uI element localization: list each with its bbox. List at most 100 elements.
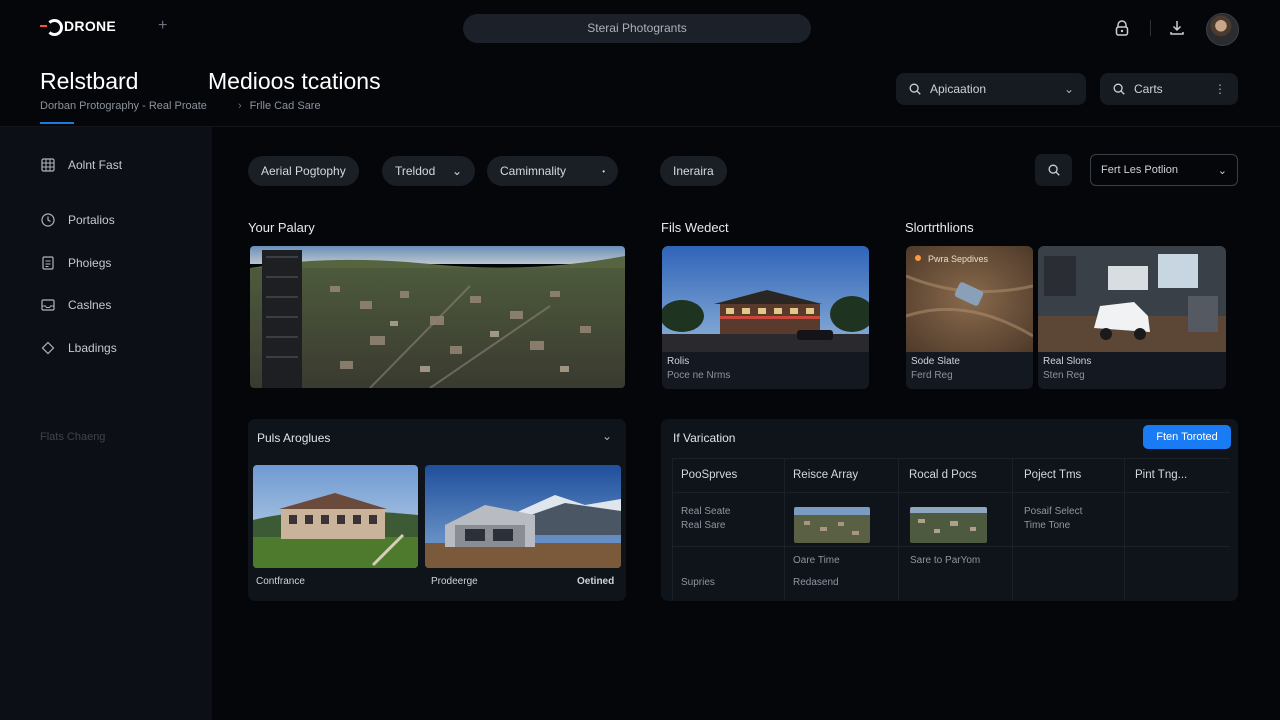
sidebar-item-photos[interactable]: Phoiegs (40, 255, 111, 271)
clock-icon (41, 213, 55, 227)
sidebar-footer[interactable]: Flats Chaeng (40, 431, 105, 443)
table-header[interactable]: PooSprves (681, 469, 737, 481)
breadcrumb[interactable]: Dorban Protography - Real Proate (40, 100, 207, 112)
sidebar-item-label: Caslnes (68, 298, 112, 312)
shortlist-card-2[interactable]: Real Slons Sten Reg (1038, 246, 1226, 389)
sidebar-item-label: Lbadings (68, 341, 117, 355)
featured-subcaption: Poce ne Nrms (667, 370, 731, 381)
primary-action-button[interactable]: Ften Toroted (1143, 425, 1231, 449)
table-divider (1124, 458, 1125, 600)
filter-ineraira[interactable]: Ineraira (660, 156, 727, 186)
download-icon[interactable] (1167, 18, 1187, 38)
filter-trending[interactable]: Treldod ⌄ (382, 156, 475, 186)
filter-label: Ineraira (673, 164, 714, 178)
archive-caption-mid: Prodeerge (431, 576, 478, 587)
toolbar-divider (1150, 20, 1151, 36)
panel-title: Puls Aroglues (257, 431, 331, 445)
inbox-icon (41, 299, 55, 311)
chevron-down-icon: ⌄ (1217, 164, 1227, 177)
sidebar-item-portfolios[interactable]: Portalios (40, 212, 115, 228)
filter-label: Aerial Pogtophy (261, 164, 346, 178)
search-icon (1048, 164, 1060, 176)
shortlist-subcaption: Sten Reg (1043, 370, 1085, 381)
table-header[interactable]: Pint Tng... (1135, 469, 1187, 481)
shortlist-caption: Sode Slate (911, 356, 960, 367)
table-thumbnail[interactable] (794, 507, 870, 543)
sidebar-item-loadings[interactable]: Lbadings (40, 340, 117, 356)
sidebar-item-cases[interactable]: Caslnes (40, 297, 111, 313)
add-icon[interactable]: + (158, 17, 167, 35)
table-cell: Supries (681, 577, 715, 588)
chevron-down-icon[interactable]: ⌄ (602, 429, 612, 443)
featured-title: Fils Wedect (661, 220, 729, 235)
featured-caption: Rolis (667, 356, 690, 367)
table-divider (1012, 458, 1013, 600)
mansion-photo[interactable] (253, 465, 418, 568)
table-divider (672, 546, 1230, 547)
search-icon (1113, 83, 1125, 95)
breadcrumb-secondary-label: Frlle Cad Sare (249, 100, 321, 112)
table-cell: Oare Time (793, 555, 840, 566)
shortlist-subcaption: Ferd Reg (911, 370, 953, 381)
interior-car-photo (1038, 246, 1226, 352)
shortlist-card-1[interactable]: Pwra Sepdives Sode Slate Ferd Reg (906, 246, 1033, 389)
top-bar: DRONE + Sterai Photogrants (0, 0, 1280, 58)
table-divider (672, 458, 673, 600)
filter-aerial-photography[interactable]: Aerial Pogtophy (248, 156, 359, 186)
table-thumbnail[interactable] (910, 507, 987, 543)
table-divider (672, 458, 1230, 459)
search-button[interactable] (1035, 154, 1072, 186)
filter-commonality[interactable]: Camimnality • (487, 156, 618, 186)
carts-select-label: Carts (1134, 82, 1163, 96)
table-header[interactable]: Rocal d Pocs (909, 469, 977, 481)
sort-select-label: Fert Les Potlion (1101, 164, 1179, 176)
sidebar-item-label: Portalios (68, 213, 115, 227)
table-cell: Real Seate (681, 506, 731, 517)
featured-card[interactable]: Rolis Poce ne Nrms (662, 246, 869, 389)
table-cell: Posaif Select (1024, 506, 1083, 517)
active-tab-indicator (40, 122, 74, 124)
table-divider (784, 458, 785, 600)
application-select[interactable]: Apicaation ⌄ (896, 73, 1086, 105)
shortlist-caption: Real Slons (1043, 356, 1092, 367)
table-cell: Redasend (793, 577, 839, 588)
archive-caption-left: Contfrance (256, 576, 305, 587)
filter-label: Treldod (395, 164, 436, 178)
table-header[interactable]: Reisce Array (793, 469, 858, 481)
table-header[interactable]: Poject Tms (1024, 469, 1081, 481)
building-photo (662, 246, 869, 352)
application-select-label: Apicaation (930, 82, 987, 96)
table-divider (672, 492, 1230, 493)
public-archives-panel: Puls Aroglues ⌄ Contfrance Prodeerge Oet… (248, 419, 626, 601)
filter-label: Camimnality (500, 164, 567, 178)
search-bar[interactable]: Sterai Photogrants (463, 14, 811, 43)
sort-select[interactable]: Fert Les Potlion ⌄ (1090, 154, 1238, 186)
chevron-down-icon: ⌄ (451, 164, 462, 178)
modern-house-photo[interactable] (425, 465, 621, 568)
diamond-icon (41, 341, 55, 355)
breadcrumb-secondary[interactable]: › Frlle Cad Sare (238, 100, 321, 112)
panel-title: If Varication (673, 431, 736, 445)
shortlist-title: Slortrthlions (905, 220, 974, 235)
carts-select[interactable]: Carts ⋮ (1100, 73, 1238, 105)
sidebar-item-label: Phoiegs (68, 256, 112, 270)
chevron-right-icon: › (238, 100, 242, 112)
document-icon (42, 256, 54, 270)
sidebar: Aolnt Fast Portalios Phoiegs Caslnes Lba… (0, 127, 212, 720)
grid-icon (41, 158, 55, 172)
aerial-city-photo[interactable] (250, 246, 625, 388)
brand-name: DRONE (64, 18, 117, 34)
sidebar-item-label: Aolnt Fast (68, 158, 123, 172)
table-divider (898, 458, 899, 600)
archive-caption-right[interactable]: Oetined (577, 576, 614, 587)
brand-logo[interactable]: DRONE (40, 18, 117, 36)
lock-icon[interactable] (1112, 18, 1132, 38)
more-vertical-icon[interactable]: ⋮ (1214, 82, 1226, 96)
shortlist-tag: Pwra Sepdives (928, 254, 989, 264)
dot-icon: • (602, 166, 605, 176)
sidebar-item-first[interactable]: Aolnt Fast (40, 157, 122, 173)
user-avatar[interactable] (1206, 13, 1239, 46)
drone-logo-icon (40, 18, 63, 36)
page-title: Medioos tcations (208, 68, 381, 94)
chevron-down-icon: ⌄ (1063, 82, 1074, 96)
